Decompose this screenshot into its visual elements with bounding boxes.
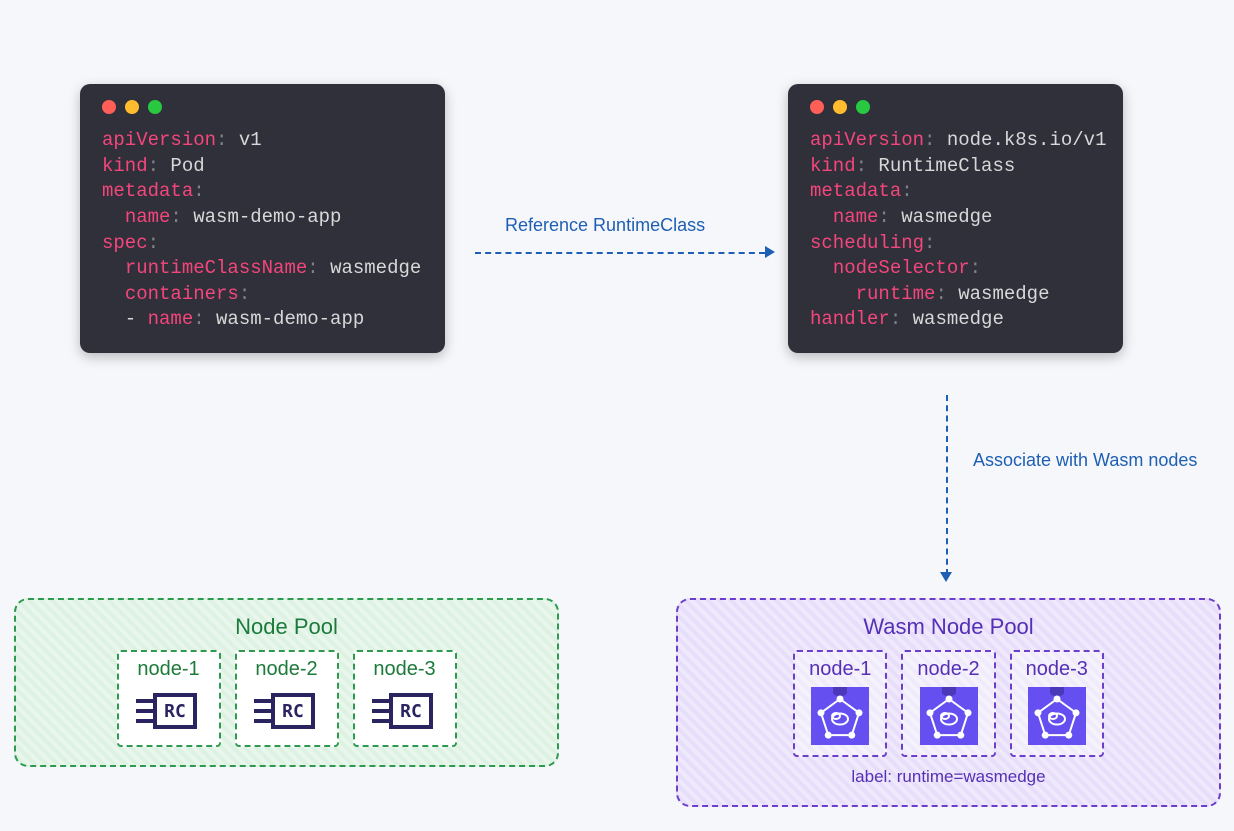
runc-icon: RC — [251, 687, 323, 735]
wasm-icon — [811, 687, 869, 745]
minimize-dot-icon — [833, 100, 847, 114]
node-label: node-1 — [809, 658, 871, 681]
wasm-icon — [1028, 687, 1086, 745]
reference-arrow-head-icon — [765, 246, 775, 258]
node-pool-nodes: node-1 RC node-2 RC node-3 RC — [34, 650, 539, 747]
runtimeclass-yaml-window: apiVersion: node.k8s.io/v1 kind: Runtime… — [788, 84, 1123, 353]
reference-runtimeclass-label: Reference RuntimeClass — [505, 215, 705, 236]
reference-arrow-line — [475, 252, 765, 254]
zoom-dot-icon — [856, 100, 870, 114]
close-dot-icon — [102, 100, 116, 114]
wasm-node-pool-node: node-3 — [1010, 650, 1104, 757]
zoom-dot-icon — [148, 100, 162, 114]
wasm-node-pool-nodes: node-1 node-2 node-3 — [696, 650, 1201, 757]
wasm-node-pool-node: node-1 — [793, 650, 887, 757]
node-label: node-1 — [137, 658, 199, 681]
wasm-node-pool-node: node-2 — [901, 650, 995, 757]
runtimeclass-yaml-code: apiVersion: node.k8s.io/v1 kind: Runtime… — [810, 128, 1101, 333]
close-dot-icon — [810, 100, 824, 114]
node-pool-title: Node Pool — [34, 614, 539, 640]
pod-yaml-window: apiVersion: v1 kind: Pod metadata: name:… — [80, 84, 445, 353]
node-pool: Node Pool node-1 RC node-2 RC node-3 RC — [14, 598, 559, 767]
node-label: node-3 — [373, 658, 435, 681]
node-pool-node: node-1 RC — [117, 650, 221, 747]
wasm-node-pool-caption: label: runtime=wasmedge — [696, 767, 1201, 787]
wasm-node-pool: Wasm Node Pool node-1 node-2 node-3 label:… — [676, 598, 1221, 807]
wasm-node-pool-title: Wasm Node Pool — [696, 614, 1201, 640]
pod-yaml-code: apiVersion: v1 kind: Pod metadata: name:… — [102, 128, 423, 333]
associate-wasm-nodes-label: Associate with Wasm nodes — [973, 450, 1197, 471]
associate-arrow-head-icon — [940, 572, 952, 582]
runc-icon: RC — [133, 687, 205, 735]
svg-text:RC: RC — [164, 701, 186, 722]
associate-arrow-line — [946, 395, 948, 575]
window-traffic-lights — [810, 100, 1101, 114]
node-label: node-3 — [1026, 658, 1088, 681]
node-label: node-2 — [917, 658, 979, 681]
window-traffic-lights — [102, 100, 423, 114]
runc-icon: RC — [369, 687, 441, 735]
wasm-icon — [920, 687, 978, 745]
node-pool-node: node-3 RC — [353, 650, 457, 747]
node-label: node-2 — [255, 658, 317, 681]
svg-text:RC: RC — [282, 701, 304, 722]
node-pool-node: node-2 RC — [235, 650, 339, 747]
minimize-dot-icon — [125, 100, 139, 114]
svg-text:RC: RC — [400, 701, 422, 722]
